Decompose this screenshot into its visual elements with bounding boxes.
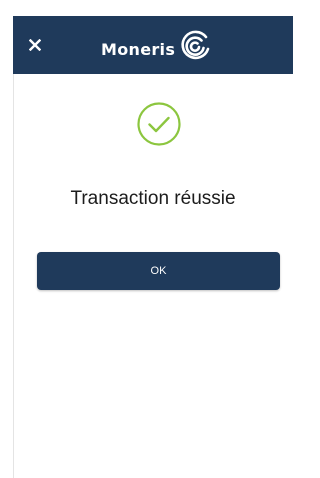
moneris-logo: Moneris — [101, 26, 213, 66]
ok-button[interactable]: OK — [37, 252, 280, 290]
header-bar: Moneris — [13, 16, 293, 74]
close-button[interactable] — [13, 16, 57, 74]
close-icon — [29, 39, 41, 51]
screen-edge-divider — [13, 74, 14, 478]
moneris-swirl-icon — [181, 30, 210, 60]
status-title: Transaction réussie — [70, 188, 236, 209]
transaction-success-screen: Moneris Transaction réussie OK — [0, 0, 293, 478]
checkmark-circle-icon — [137, 102, 181, 146]
logo-text: Moneris — [101, 39, 176, 59]
